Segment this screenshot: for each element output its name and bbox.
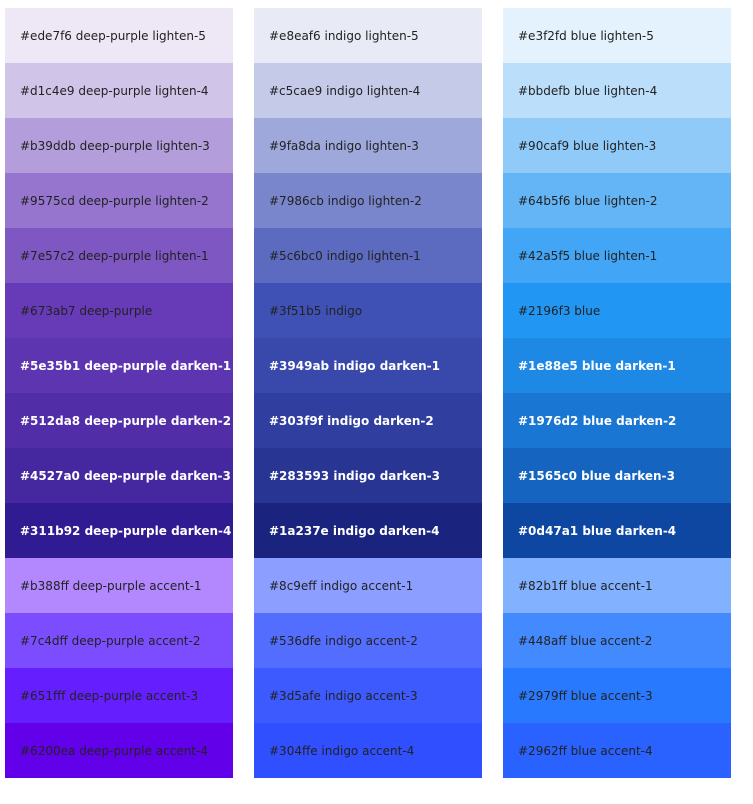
color-palette-grid: #ede7f6 deep-purple lighten-5 #d1c4e9 dee… [0, 0, 753, 804]
swatch-label: #bbdefb blue lighten-4 [518, 83, 658, 98]
color-swatch: #512da8 deep-purple darken-2 [5, 393, 233, 448]
swatch-label: #4527a0 deep-purple darken-3 [20, 468, 231, 483]
color-swatch: #3949ab indigo darken-1 [254, 338, 482, 393]
swatch-label: #673ab7 deep-purple [20, 303, 153, 318]
color-swatch: #e8eaf6 indigo lighten-5 [254, 8, 482, 63]
color-swatch: #42a5f5 blue lighten-1 [503, 228, 731, 283]
swatch-label: #536dfe indigo accent-2 [269, 633, 418, 648]
swatch-label: #1565c0 blue darken-3 [518, 468, 675, 483]
swatch-label: #8c9eff indigo accent-1 [269, 578, 414, 593]
swatch-label: #448aff blue accent-2 [518, 633, 653, 648]
color-swatch: #311b92 deep-purple darken-4 [5, 503, 233, 558]
color-swatch: #2979ff blue accent-3 [503, 668, 731, 723]
color-swatch: #7986cb indigo lighten-2 [254, 173, 482, 228]
color-swatch: #1e88e5 blue darken-1 [503, 338, 731, 393]
color-swatch: #1976d2 blue darken-2 [503, 393, 731, 448]
swatch-label: #303f9f indigo darken-2 [269, 413, 434, 428]
color-swatch: #7e57c2 deep-purple lighten-1 [5, 228, 233, 283]
color-swatch: #283593 indigo darken-3 [254, 448, 482, 503]
color-swatch: #304ffe indigo accent-4 [254, 723, 482, 778]
color-swatch: #651fff deep-purple accent-3 [5, 668, 233, 723]
swatch-label: #651fff deep-purple accent-3 [20, 688, 199, 703]
swatch-label: #82b1ff blue accent-1 [518, 578, 653, 593]
swatch-label: #9fa8da indigo lighten-3 [269, 138, 419, 153]
color-swatch: #b39ddb deep-purple lighten-3 [5, 118, 233, 173]
color-swatch: #5c6bc0 indigo lighten-1 [254, 228, 482, 283]
color-swatch: #2962ff blue accent-4 [503, 723, 731, 778]
color-swatch: #2196f3 blue [503, 283, 731, 338]
color-swatch: #1565c0 blue darken-3 [503, 448, 731, 503]
color-swatch: #d1c4e9 deep-purple lighten-4 [5, 63, 233, 118]
swatch-label: #1976d2 blue darken-2 [518, 413, 677, 428]
swatch-label: #b388ff deep-purple accent-1 [20, 578, 202, 593]
palette-column-blue: #e3f2fd blue lighten-5 #bbdefb blue light… [503, 8, 731, 778]
swatch-label: #283593 indigo darken-3 [269, 468, 440, 483]
swatch-label: #2196f3 blue [518, 303, 601, 318]
swatch-label: #b39ddb deep-purple lighten-3 [20, 138, 210, 153]
color-swatch: #448aff blue accent-2 [503, 613, 731, 668]
swatch-label: #7e57c2 deep-purple lighten-1 [20, 248, 209, 263]
swatch-label: #1a237e indigo darken-4 [269, 523, 440, 538]
color-swatch: #1a237e indigo darken-4 [254, 503, 482, 558]
color-swatch: #ede7f6 deep-purple lighten-5 [5, 8, 233, 63]
color-swatch: #b388ff deep-purple accent-1 [5, 558, 233, 613]
swatch-label: #6200ea deep-purple accent-4 [20, 743, 208, 758]
color-swatch: #3d5afe indigo accent-3 [254, 668, 482, 723]
swatch-label: #64b5f6 blue lighten-2 [518, 193, 658, 208]
swatch-label: #2979ff blue accent-3 [518, 688, 653, 703]
palette-column-indigo: #e8eaf6 indigo lighten-5 #c5cae9 indigo l… [254, 8, 482, 778]
color-swatch: #536dfe indigo accent-2 [254, 613, 482, 668]
swatch-label: #5c6bc0 indigo lighten-1 [269, 248, 421, 263]
color-swatch: #82b1ff blue accent-1 [503, 558, 731, 613]
swatch-label: #3949ab indigo darken-1 [269, 358, 440, 373]
color-swatch: #64b5f6 blue lighten-2 [503, 173, 731, 228]
swatch-label: #7986cb indigo lighten-2 [269, 193, 422, 208]
palette-column-deep-purple: #ede7f6 deep-purple lighten-5 #d1c4e9 dee… [5, 8, 233, 778]
swatch-label: #3f51b5 indigo [269, 303, 363, 318]
color-swatch: #90caf9 blue lighten-3 [503, 118, 731, 173]
swatch-label: #3d5afe indigo accent-3 [269, 688, 418, 703]
color-swatch: #673ab7 deep-purple [5, 283, 233, 338]
swatch-label: #c5cae9 indigo lighten-4 [269, 83, 421, 98]
swatch-label: #e8eaf6 indigo lighten-5 [269, 28, 419, 43]
color-swatch: #9fa8da indigo lighten-3 [254, 118, 482, 173]
color-swatch: #8c9eff indigo accent-1 [254, 558, 482, 613]
color-swatch: #4527a0 deep-purple darken-3 [5, 448, 233, 503]
swatch-label: #1e88e5 blue darken-1 [518, 358, 676, 373]
swatch-label: #304ffe indigo accent-4 [269, 743, 415, 758]
color-swatch: #303f9f indigo darken-2 [254, 393, 482, 448]
swatch-label: #9575cd deep-purple lighten-2 [20, 193, 209, 208]
color-swatch: #7c4dff deep-purple accent-2 [5, 613, 233, 668]
color-swatch: #e3f2fd blue lighten-5 [503, 8, 731, 63]
color-swatch: #bbdefb blue lighten-4 [503, 63, 731, 118]
swatch-label: #7c4dff deep-purple accent-2 [20, 633, 201, 648]
swatch-label: #42a5f5 blue lighten-1 [518, 248, 658, 263]
color-swatch: #3f51b5 indigo [254, 283, 482, 338]
swatch-label: #512da8 deep-purple darken-2 [20, 413, 232, 428]
swatch-label: #d1c4e9 deep-purple lighten-4 [20, 83, 209, 98]
swatch-label: #0d47a1 blue darken-4 [518, 523, 677, 538]
swatch-label: #90caf9 blue lighten-3 [518, 138, 657, 153]
swatch-label: #2962ff blue accent-4 [518, 743, 653, 758]
color-swatch: #c5cae9 indigo lighten-4 [254, 63, 482, 118]
color-swatch: #5e35b1 deep-purple darken-1 [5, 338, 233, 393]
color-swatch: #6200ea deep-purple accent-4 [5, 723, 233, 778]
swatch-label: #ede7f6 deep-purple lighten-5 [20, 28, 206, 43]
color-swatch: #0d47a1 blue darken-4 [503, 503, 731, 558]
color-swatch: #9575cd deep-purple lighten-2 [5, 173, 233, 228]
swatch-label: #311b92 deep-purple darken-4 [20, 523, 232, 538]
swatch-label: #e3f2fd blue lighten-5 [518, 28, 654, 43]
swatch-label: #5e35b1 deep-purple darken-1 [20, 358, 232, 373]
